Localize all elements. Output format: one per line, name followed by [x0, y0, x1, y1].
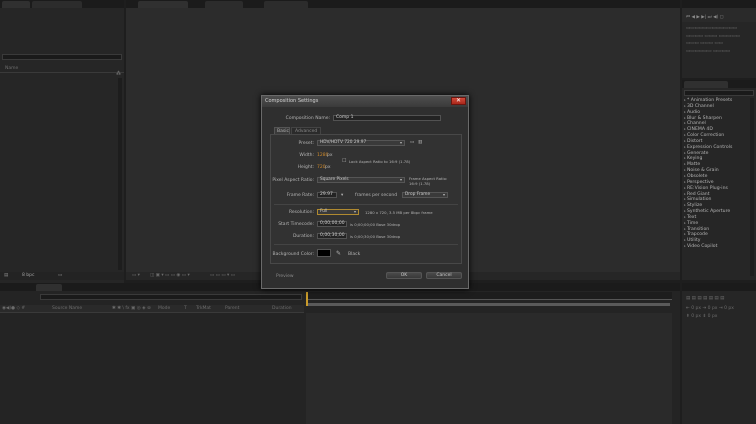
tab-effect-controls[interactable]: [32, 1, 82, 8]
effects-list: * Animation Presets 3D Channel Audio Blu…: [684, 98, 732, 250]
current-time-indicator[interactable]: [306, 292, 308, 306]
comp-name-label: Composition Name:: [285, 116, 330, 121]
separator: [274, 244, 458, 245]
project-search-field[interactable]: [2, 54, 122, 60]
work-area-bar[interactable]: [308, 303, 670, 306]
effects-category[interactable]: RE:Vision Plug-ins: [684, 186, 732, 192]
comp-name-input[interactable]: Comp 1: [333, 115, 441, 121]
background-color-name: Black: [348, 252, 361, 257]
preview-transport-controls[interactable]: ⏮ ◀ ▶ ▶| ⏭ ◀) ◻: [686, 14, 724, 20]
viewer-controls[interactable]: ◫ ▣ ▾ ▭ ▭ ◉ ▭ ▾: [150, 273, 190, 278]
cancel-button[interactable]: Cancel: [426, 272, 462, 279]
dialog-title: Composition Settings: [265, 98, 319, 104]
switch-icons[interactable]: ◉◀)● ◇ #: [2, 306, 25, 311]
preview-checkbox-label[interactable]: Preview: [276, 274, 294, 279]
frame-rate-input[interactable]: 29.97: [317, 192, 337, 198]
start-timecode-input[interactable]: 0;00;00;00: [317, 221, 347, 227]
flowchart-icon[interactable]: ⁂: [116, 71, 122, 77]
preview-tabbar: [682, 0, 756, 8]
paragraph-align-icons[interactable]: ▤ ▤ ▤ ▤ ▤ ▤ ▤: [686, 296, 724, 301]
project-column-name[interactable]: Name: [5, 66, 18, 71]
composition-settings-dialog: Composition Settings ✕ Composition Name:…: [261, 95, 469, 289]
pixel-aspect-select[interactable]: Square Pixels: [317, 177, 405, 183]
tab-composition[interactable]: [138, 1, 188, 8]
separator: [274, 204, 458, 205]
ram-preview-row-4: ▭▭▭▭▭▭ ▭▭▭▭: [686, 49, 730, 54]
tab-project[interactable]: [2, 1, 30, 8]
tab-effects-presets[interactable]: [684, 81, 728, 88]
width-label: Width:: [299, 153, 314, 158]
eyedropper-icon[interactable]: ✎: [336, 250, 341, 257]
save-preset-icon[interactable]: ▭: [410, 140, 414, 145]
paragraph-indent-row-1[interactable]: ⇤ 0 px ⇥ 0 px ⇥ 0 px: [686, 306, 734, 311]
duration-label: Duration:: [292, 234, 314, 239]
effects-category[interactable]: Video Copilot: [684, 244, 732, 250]
project-list-header-line: [0, 72, 124, 73]
ram-preview-row-3: ▭▭▭ ▭▭▭ ▭▭: [686, 41, 723, 46]
background-color-label: Background Color:: [272, 252, 314, 257]
col-t[interactable]: T: [184, 306, 187, 311]
start-timecode-label: Start Timecode:: [278, 222, 314, 227]
tab-advanced[interactable]: Advanced: [291, 127, 321, 134]
effects-search-field[interactable]: [684, 90, 754, 96]
lock-aspect-label[interactable]: Lock Aspect Ratio to 16:9 (1.78): [349, 159, 410, 164]
effects-scrollbar[interactable]: [750, 98, 754, 276]
view-layout-dropdown[interactable]: ▭ ▭ ▭ ▾ ▭: [210, 273, 235, 278]
col-source-name[interactable]: Source Name: [52, 306, 82, 311]
close-button[interactable]: ✕: [451, 97, 466, 105]
ram-preview-row-2: ▭▭▭▭ ▭▭▭ ▭▭▭▭▭: [686, 34, 740, 39]
effects-category[interactable]: Synthetic Aperture: [684, 209, 732, 215]
frame-rate-unit: frames per second: [355, 193, 398, 198]
tab-timeline[interactable]: [36, 284, 62, 291]
background-color-swatch[interactable]: [317, 249, 331, 257]
col-trkmat[interactable]: TrkMat: [196, 306, 211, 311]
trash-icon[interactable]: ▤: [4, 273, 8, 278]
col-mode[interactable]: Mode: [158, 306, 170, 311]
width-unit: px: [327, 153, 333, 158]
timeline-track-area[interactable]: [306, 313, 672, 424]
paragraph-tabbar: [682, 283, 756, 291]
frame-rate-dropdown-icon[interactable]: ▾: [341, 193, 343, 198]
project-panel: [0, 8, 124, 284]
timeline-search-field[interactable]: [40, 294, 302, 300]
tab-basic[interactable]: Basic: [274, 127, 290, 134]
ram-preview-row-1: ▭▭▭▭▭▭▭▭▭▭▭▭: [686, 26, 738, 31]
tab-layer[interactable]: [205, 1, 243, 8]
col-duration[interactable]: Duration: [272, 306, 292, 311]
bpc-label[interactable]: 8 bpc: [22, 273, 34, 278]
pixel-aspect-label: Pixel Aspect Ratio:: [272, 178, 314, 183]
resolution-info: 1280 x 720, 3.5 MB per 8bpc frame: [365, 210, 433, 215]
col-parent[interactable]: Parent: [225, 306, 239, 311]
time-ruler[interactable]: [306, 292, 672, 300]
resolution-label: Resolution:: [288, 210, 314, 215]
effects-category[interactable]: * Animation Presets: [684, 98, 732, 104]
project-scrollbar[interactable]: [118, 78, 122, 270]
frame-aspect-value: 16:9 (1.78): [409, 181, 431, 186]
duration-info: is 0;00;30;00 Base 30drop: [350, 234, 401, 239]
new-folder-icon[interactable]: ▭: [58, 273, 62, 278]
timeline-header-row: [0, 305, 304, 313]
drop-frame-select[interactable]: Drop Frame: [402, 192, 448, 198]
col-switches[interactable]: ✱ ✱ \ fx ▣ ◎ ◈ ⊚: [112, 306, 151, 311]
preset-label: Preset:: [298, 141, 314, 146]
preset-select[interactable]: HDV/HDTV 720 29.97: [317, 140, 405, 146]
effects-category[interactable]: Expression Controls: [684, 145, 732, 151]
height-label: Height:: [297, 165, 314, 170]
tab-footage[interactable]: [264, 1, 308, 8]
frame-rate-label: Frame Rate:: [286, 193, 314, 198]
duration-input[interactable]: 0;00;30;00: [317, 233, 347, 239]
resolution-select[interactable]: Full: [317, 209, 359, 215]
delete-preset-icon[interactable]: ▥: [418, 140, 422, 145]
lock-aspect-checkbox[interactable]: ☐: [342, 158, 346, 164]
dialog-titlebar[interactable]: Composition Settings ✕: [262, 96, 468, 107]
start-timecode-info: is 0;00;00;00 Base 30drop: [350, 222, 401, 227]
ok-button[interactable]: OK: [386, 272, 422, 279]
paragraph-indent-row-2[interactable]: ⇞ 0 px ⇟ 0 px: [686, 314, 717, 319]
magnification-dropdown[interactable]: ▭ ▾: [132, 273, 140, 278]
height-unit: px: [325, 165, 331, 170]
